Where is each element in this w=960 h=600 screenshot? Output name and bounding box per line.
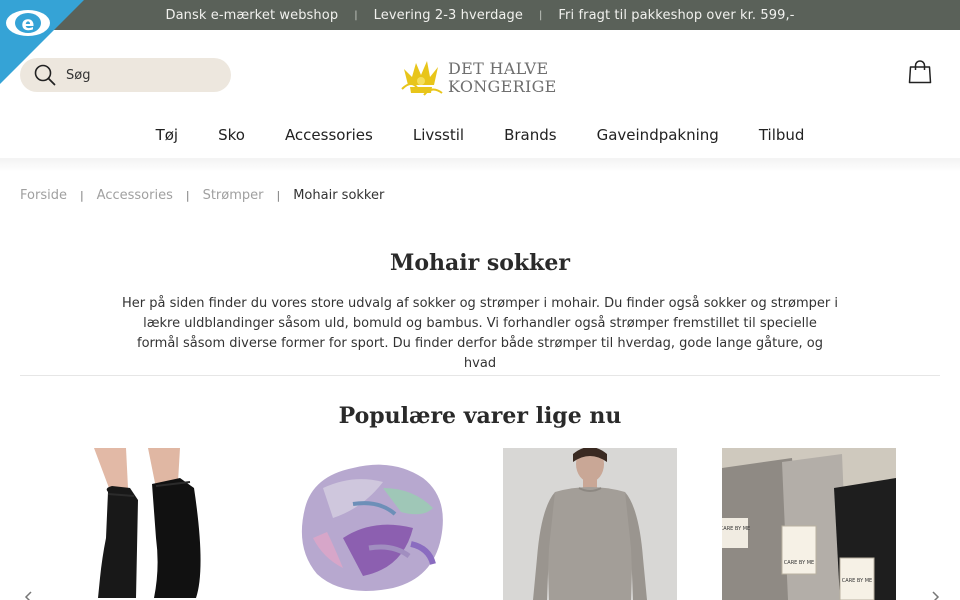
- breadcrumb-accessories[interactable]: Accessories: [97, 188, 173, 203]
- nav-item-brands[interactable]: Brands: [484, 126, 577, 144]
- nav-item-tilbud[interactable]: Tilbud: [739, 126, 825, 144]
- care-by-me-label: CARE BY ME: [842, 578, 872, 584]
- top-info-bar: Dansk e-mærket webshop | Levering 2-3 hv…: [0, 0, 960, 30]
- nav-item-toj[interactable]: Tøj: [136, 126, 199, 144]
- description-line: formål såsom diverse former for sport. D…: [137, 336, 823, 371]
- description-line: Her på siden finder du vores store udval…: [121, 296, 839, 311]
- product-image-grey-top: [503, 448, 677, 600]
- category-description: Her på siden finder du vores store udval…: [120, 294, 840, 374]
- product-image-colorful-scarf: [283, 448, 457, 600]
- topbar-item-emaerket: Dansk e-mærket webshop: [165, 7, 339, 23]
- chevron-right-icon[interactable]: [928, 590, 942, 600]
- nav-item-sko[interactable]: Sko: [198, 126, 265, 144]
- breadcrumb-separator: |: [276, 188, 281, 202]
- shopping-bag-icon: [908, 60, 932, 84]
- product-card[interactable]: [283, 448, 457, 600]
- main-navigation: Tøj Sko Accessories Livsstil Brands Gave…: [0, 120, 960, 150]
- site-header: DET HALVE KONGERIGE: [0, 30, 960, 120]
- site-logo[interactable]: DET HALVE KONGERIGE: [398, 54, 568, 102]
- logo-wordmark: DET HALVE KONGERIGE: [448, 60, 557, 96]
- care-by-me-label: CARE BY ME: [784, 560, 814, 566]
- nav-item-livsstil[interactable]: Livsstil: [393, 126, 484, 144]
- section-divider: [20, 375, 940, 376]
- cart-button[interactable]: [908, 60, 932, 88]
- e-maerket-icon: e: [0, 0, 84, 84]
- product-card[interactable]: [64, 448, 238, 600]
- search-input[interactable]: [66, 67, 216, 83]
- popular-section-title: Populære varer lige nu: [338, 403, 622, 429]
- care-by-me-label: CARE BY ME: [722, 526, 750, 532]
- breadcrumb-current: Mohair sokker: [293, 187, 385, 203]
- product-carousel: CARE BY ME CARE BY ME CARE BY ME: [0, 448, 960, 600]
- topbar-separator: |: [538, 9, 543, 21]
- breadcrumb-separator: |: [79, 188, 84, 202]
- breadcrumb-separator: |: [185, 188, 190, 202]
- breadcrumb-stromper[interactable]: Strømper: [203, 188, 264, 203]
- description-line: lækre uldblandinger såsom uld, bomuld og…: [143, 316, 817, 331]
- topbar-item-free-shipping: Fri fragt til pakkeshop over kr. 599,-: [558, 7, 795, 23]
- topbar-item-delivery: Levering 2-3 hverdage: [373, 7, 523, 23]
- breadcrumb-forside[interactable]: Forside: [20, 188, 67, 203]
- logo-line1: DET HALVE: [448, 59, 549, 78]
- product-image-black-socks: [64, 448, 238, 600]
- chevron-left-icon[interactable]: [22, 590, 36, 600]
- topbar-separator: |: [354, 9, 358, 21]
- product-card[interactable]: [503, 448, 677, 600]
- e-maerket-badge[interactable]: e: [0, 0, 84, 84]
- svg-text:e: e: [22, 13, 35, 35]
- page-title: Mohair sokker: [389, 250, 571, 276]
- nav-shadow: [0, 158, 960, 172]
- nav-item-gaveindpakning[interactable]: Gaveindpakning: [577, 126, 739, 144]
- breadcrumb: Forside | Accessories | Strømper | Mohai…: [20, 186, 384, 204]
- nav-item-accessories[interactable]: Accessories: [265, 126, 393, 144]
- crown-logo-icon: [401, 61, 443, 96]
- product-image-care-by-me-socks: CARE BY ME CARE BY ME CARE BY ME: [722, 448, 896, 600]
- logo-line2: KONGERIGE: [448, 77, 557, 96]
- product-card[interactable]: CARE BY ME CARE BY ME CARE BY ME: [722, 448, 896, 600]
